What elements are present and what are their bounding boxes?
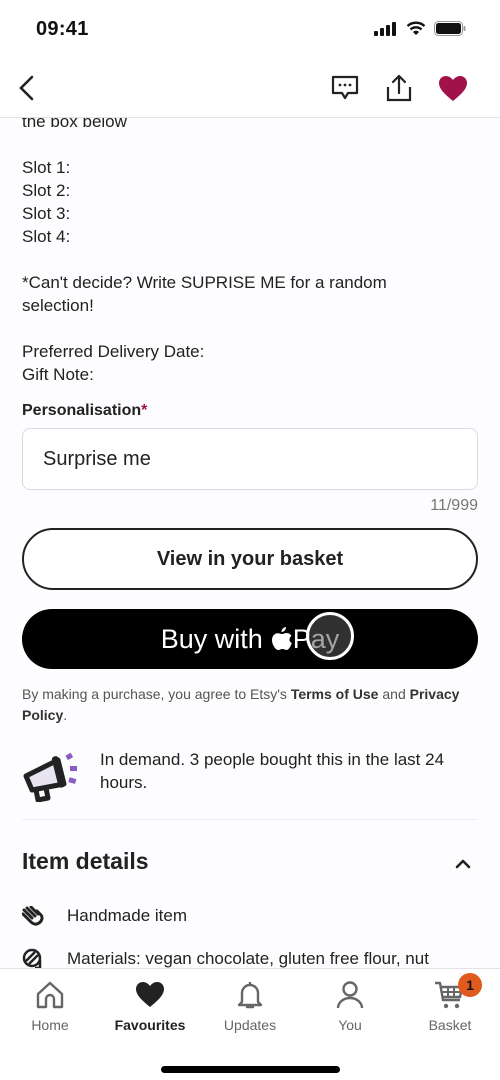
battery-icon [434,21,466,36]
touch-indicator [306,612,354,660]
wifi-icon [406,21,426,35]
apple-pay-prefix: Buy with [160,623,263,654]
back-button[interactable] [8,70,44,106]
collapse-item-details-button[interactable] [450,852,476,876]
view-in-basket-button[interactable]: View in your basket [22,528,478,590]
buy-with-apple-pay-button[interactable]: Buy with Pay [22,609,478,669]
tab-label: Favourites [114,1017,186,1033]
tab-label: Basket [428,1017,472,1033]
detail-text: Handmade item [67,906,188,925]
personalisation-input[interactable]: Surprise me [22,428,478,490]
required-mark: * [141,402,148,419]
character-counter: 11/999 [430,497,478,514]
home-indicator[interactable] [161,1066,340,1073]
home-icon [34,979,66,1011]
detail-row: Materials: vegan chocolate, gluten free … [22,948,482,970]
person-icon [334,979,366,1011]
legal-text: . [63,707,68,723]
description-line: Slot 1: [22,158,71,177]
description-line: *Can't decide? Write SUPRISE ME for a ra… [22,273,387,315]
legal-text: and [378,686,410,702]
item-description: the box below Slot 1: Slot 2: Slot 3: Sl… [22,110,462,386]
terms-of-use-link[interactable]: Terms of Use [291,686,379,702]
tab-label: Home [31,1017,69,1033]
chevron-up-icon [455,859,471,869]
tab-updates[interactable]: Updates [200,979,300,1033]
description-line: Slot 4: [22,227,71,246]
status-bar: 09:41 [0,0,500,60]
description-line: Gift Note: [22,365,94,384]
description-line [22,133,462,156]
tab-label: Updates [223,1017,277,1033]
description-line: Slot 3: [22,204,71,223]
tab-label: You [338,1017,362,1033]
listing-content: the box below Slot 1: Slot 2: Slot 3: Sl… [0,100,500,970]
share-button[interactable] [382,70,416,106]
apple-logo-icon [271,627,292,650]
hand-icon [22,905,44,927]
description-line: Preferred Delivery Date: [22,342,205,361]
bottom-tab-bar: Home Favourites Updates You 1 Basket [0,968,500,1080]
nav-header [0,60,500,118]
status-time: 09:41 [36,18,89,40]
share-icon [386,74,412,102]
signal-icon [374,21,396,36]
description-line [22,317,462,340]
description-line: Slot 2: [22,181,71,200]
tab-basket[interactable]: 1 Basket [400,973,500,1033]
section-divider [22,819,478,820]
chevron-left-icon [19,75,34,101]
purchase-legal-text: By making a purchase, you agree to Etsy'… [22,684,472,726]
megaphone-icon [23,752,77,802]
materials-icon [22,948,44,970]
item-details-title: Item details [22,848,149,874]
description-line [22,248,462,271]
in-demand-notice: In demand. 3 people bought this in the l… [22,748,478,802]
legal-text: By making a purchase, you agree to Etsy'… [22,686,291,702]
detail-text: Materials: vegan chocolate, gluten free … [67,949,429,968]
message-seller-button[interactable] [328,70,362,106]
status-icons [374,21,466,36]
heart-icon [134,979,166,1011]
favourite-heart-icon [439,75,467,101]
tab-you[interactable]: You [300,979,400,1033]
tab-favourites[interactable]: Favourites [100,979,200,1033]
personalisation-label: Personalisation* [22,402,147,420]
bell-icon [234,979,266,1011]
message-icon [331,75,359,100]
detail-row: Handmade item [22,905,482,927]
basket-count-badge: 1 [458,973,482,997]
personalisation-value: Surprise me [43,447,151,470]
in-demand-text: In demand. 3 people bought this in the l… [100,750,445,792]
favourite-button[interactable] [436,70,470,106]
personalisation-label-text: Personalisation [22,402,142,419]
tab-home[interactable]: Home [0,979,100,1033]
